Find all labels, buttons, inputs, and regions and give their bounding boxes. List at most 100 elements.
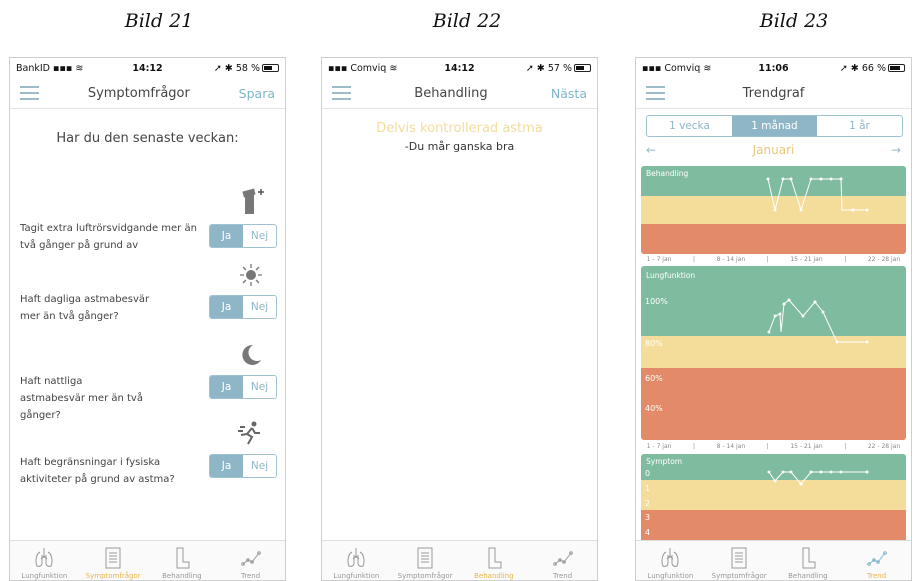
lungs-icon [661, 548, 679, 567]
tab-trend[interactable]: Trend [842, 541, 911, 580]
carrier-label: BankID [16, 62, 50, 74]
tab-bar: Lungfunktion Symptomfrågor Behandling Tr… [636, 540, 911, 580]
battery-icon [888, 64, 906, 72]
tab-symptomfragor[interactable]: Symptomfrågor [79, 541, 148, 580]
week-axis: 1 - 7 jan | 8 - 14 jan | 15 - 21 jan | 22 - 28… [646, 443, 901, 450]
status-bar: BankID ▪▪▪ ≋ 14:12 ➚ ✱ 58 % [10, 58, 285, 78]
inhaler-icon [242, 188, 264, 214]
tab-label: Lungfunktion [333, 572, 380, 580]
tab-behandling[interactable]: Behandling [460, 541, 529, 580]
lungs-icon [35, 548, 53, 567]
yes-no-toggle: Ja Nej [209, 295, 277, 319]
status-bar: ▪▪▪ Comviq ≋ 11:06 ➚ ✱ 66 % [636, 58, 911, 78]
segment-year[interactable]: 1 år [817, 116, 902, 136]
yes-button[interactable]: Ja [210, 376, 243, 398]
yes-no-toggle: Ja Nej [209, 375, 277, 399]
tab-symptomfragor[interactable]: Symptomfrågor [705, 541, 774, 580]
tab-symptomfragor[interactable]: Symptomfrågor [391, 541, 460, 580]
clock: 14:12 [444, 62, 475, 74]
nav-bar: Symptomfrågor Spara [10, 78, 285, 109]
segment-month[interactable]: 1 månad [732, 116, 817, 136]
list-icon [105, 547, 121, 569]
tab-label: Lungfunktion [647, 572, 694, 580]
tab-lungfunktion[interactable]: Lungfunktion [322, 541, 391, 580]
battery-percent: 58 % [235, 62, 261, 74]
tab-label: Lungfunktion [21, 572, 68, 580]
no-button[interactable]: Nej [243, 376, 276, 398]
next-month-arrow-icon[interactable]: → [891, 143, 901, 157]
menu-icon[interactable] [332, 86, 351, 100]
yes-no-toggle: Ja Nej [209, 224, 277, 248]
trend-icon [866, 551, 887, 566]
no-button[interactable]: Nej [243, 296, 276, 318]
no-button[interactable]: Nej [243, 225, 276, 247]
behandling-chart: Behandling [641, 166, 906, 254]
tab-lungfunktion[interactable]: Lungfunktion [10, 541, 79, 580]
caption-bild-21: Bild 21 [124, 10, 194, 32]
menu-icon[interactable] [20, 86, 39, 100]
clock: 14:12 [132, 62, 163, 74]
yes-button[interactable]: Ja [210, 225, 243, 247]
tab-label: Symptomfrågor [711, 572, 767, 580]
tab-label: Trend [867, 572, 887, 580]
tab-label: Symptomfrågor [397, 572, 453, 580]
tab-label: Behandling [162, 572, 202, 580]
inhaler-tab-icon [488, 547, 502, 569]
tab-behandling[interactable]: Behandling [774, 541, 843, 580]
segment-week[interactable]: 1 vecka [647, 116, 732, 136]
symptom-chart: Symptom 0 1 2 3 4 [641, 454, 906, 542]
menu-icon[interactable] [646, 86, 665, 100]
inhaler-tab-icon [802, 547, 816, 569]
page-title: Behandling [414, 85, 488, 101]
prev-month-arrow-icon[interactable]: ← [646, 143, 656, 157]
questions-heading: Har du den senaste veckan: [56, 131, 239, 146]
control-status-subtitle: -Du mår ganska bra [404, 140, 515, 153]
tab-label: Behandling [474, 572, 514, 580]
status-bar: ▪▪▪ Comviq ≋ 14:12 ➚ ✱ 57 % [322, 58, 597, 78]
battery-percent: 57 % [547, 62, 573, 74]
tab-bar: Lungfunktion Symptomfrågor Behandling Tr… [10, 540, 285, 580]
tab-label: Trend [553, 572, 573, 580]
inhaler-tab-icon [176, 547, 190, 569]
sun-icon [240, 264, 262, 286]
carrier-label: Comviq [350, 62, 387, 74]
tab-lungfunktion[interactable]: Lungfunktion [636, 541, 705, 580]
save-button[interactable]: Spara [239, 86, 275, 101]
trend-icon [240, 551, 261, 566]
no-button[interactable]: Nej [243, 455, 276, 477]
caption-bild-22: Bild 22 [432, 10, 502, 32]
trend-icon [552, 551, 573, 566]
next-button[interactable]: Nästa [551, 86, 587, 101]
nav-bar: Trendgraf [636, 78, 911, 109]
clock: 11:06 [758, 62, 789, 74]
battery-percent: 66 % [861, 62, 887, 74]
tab-trend[interactable]: Trend [528, 541, 597, 580]
tab-label: Behandling [788, 572, 828, 580]
tab-behandling[interactable]: Behandling [148, 541, 217, 580]
page-title: Symptomfrågor [87, 85, 190, 101]
yes-no-toggle: Ja Nej [209, 454, 277, 478]
lungfunktion-line [767, 298, 869, 344]
tab-bar: Lungfunktion Symptomfrågor Behandling Tr… [322, 540, 597, 580]
question-text: Haft dagliga astmabesvär mer än två gång… [20, 294, 150, 322]
battery-icon [574, 64, 592, 72]
yes-button[interactable]: Ja [210, 296, 243, 318]
tab-trend[interactable]: Trend [216, 541, 285, 580]
battery-icon [262, 64, 280, 72]
running-person-icon [238, 421, 260, 445]
list-icon [731, 547, 747, 569]
lungs-icon [347, 548, 365, 567]
question-text: Tagit extra luftrörsvidgande mer än två … [20, 223, 197, 251]
carrier-label: Comviq [664, 62, 701, 74]
week-axis: 1 - 7 jan | 8 - 14 jan | 15 - 21 jan | 22 - 28… [646, 256, 901, 263]
tab-label: Trend [241, 572, 261, 580]
phone-behandling: ▪▪▪ Comviq ≋ 14:12 ➚ ✱ 57 % Behandling N… [321, 57, 598, 581]
nav-bar: Behandling Nästa [322, 78, 597, 109]
yes-button[interactable]: Ja [210, 455, 243, 477]
question-text: Haft begränsningar i fysiska aktiviteter… [20, 457, 175, 485]
phone-symptomfragor: BankID ▪▪▪ ≋ 14:12 ➚ ✱ 58 % Symptomfrågo… [9, 57, 286, 581]
period-selector: 1 vecka 1 månad 1 år [646, 115, 903, 137]
caption-bild-23: Bild 23 [759, 10, 829, 32]
list-icon [417, 547, 433, 569]
behandling-line [766, 177, 869, 212]
